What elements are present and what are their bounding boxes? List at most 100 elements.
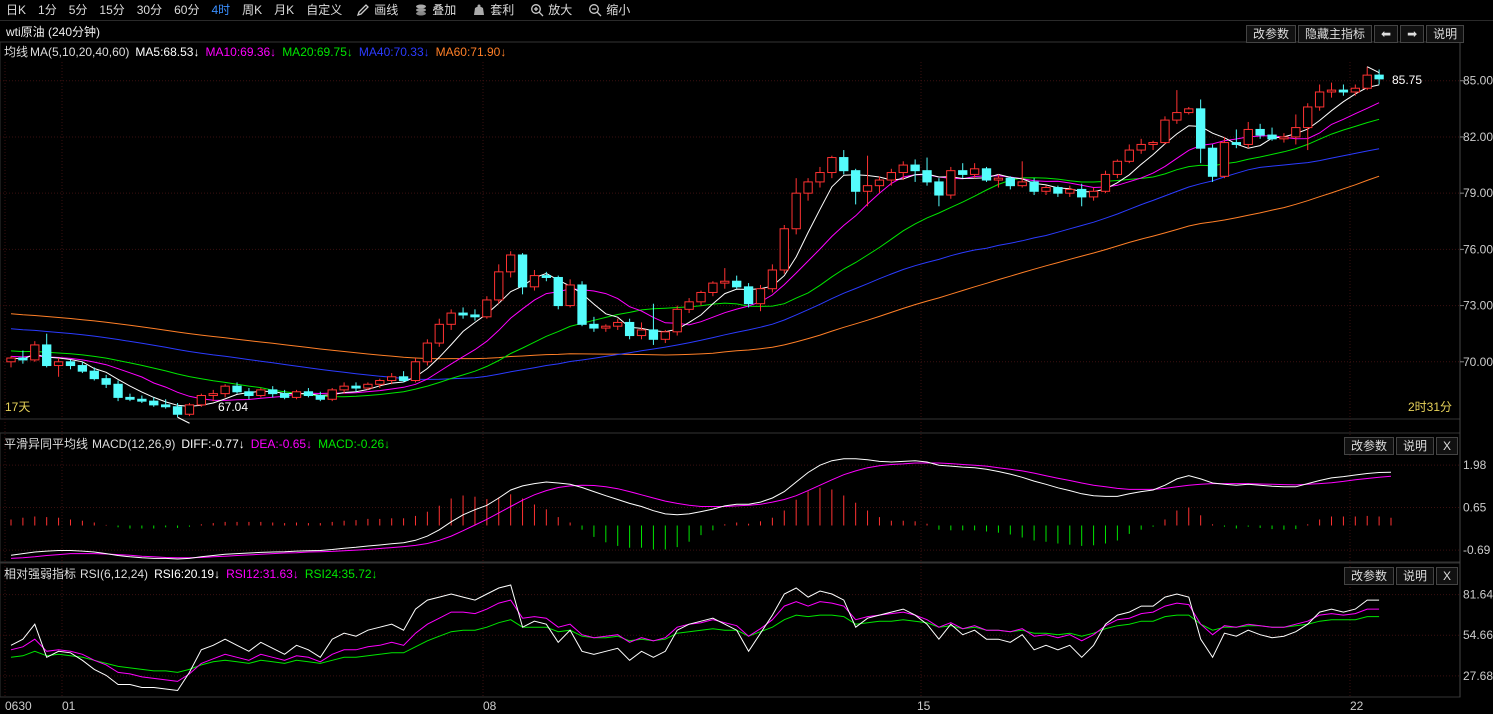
candle-body [732,280,742,288]
candle [839,150,849,175]
candle [268,386,278,398]
main-y-tick-label: 73.00 [1463,299,1493,313]
candle [696,290,706,306]
candle [291,389,302,400]
candle-body [803,181,813,194]
candle-body [613,321,623,327]
ma60-line [10,175,1380,360]
candle-body [101,378,111,385]
candle-body [696,291,706,303]
candle-body [660,331,670,340]
candle [113,380,123,402]
candle-body [1124,149,1134,162]
macd-legend-name: 平滑异同平均线 [4,437,89,451]
hide-main-indicator-button[interactable]: 隐藏主指标 [1298,25,1373,43]
candle [196,393,207,407]
main-panel-buttons: 改参数 隐藏主指标 ⬅ ➡ 说明 [1244,25,1465,43]
rsi-y-tick-label: 27.68 [1463,669,1493,683]
candle-body [113,383,123,398]
candle [1219,136,1230,179]
candle-body [1243,128,1253,145]
candle [743,283,754,308]
candle-body [434,323,444,344]
main-help-button[interactable]: 说明 [1426,25,1465,43]
candle [636,322,647,340]
candle-body [1017,181,1027,187]
candle [898,161,908,181]
candle-body [303,391,314,397]
candle [184,403,195,417]
macd-edit-params-button[interactable]: 改参数 [1344,437,1395,455]
rsi-close-button[interactable]: X [1436,567,1459,585]
candle [732,275,742,289]
candle-body [470,314,480,318]
candle [624,318,635,340]
candle-body [1326,89,1337,93]
main-edit-params-button[interactable]: 改参数 [1246,25,1297,43]
macd-close-button[interactable]: X [1436,437,1459,455]
candle [446,309,456,330]
candle-body [815,172,825,183]
x-axis-label: 0630 [5,699,32,713]
candle [850,168,861,205]
candle-body [422,342,433,363]
scroll-left-button[interactable]: ⬅ [1374,25,1399,43]
rsi-edit-params-button[interactable]: 改参数 [1344,567,1395,585]
scroll-right-button[interactable]: ➡ [1400,25,1425,43]
main-y-tick-label: 82.00 [1463,130,1493,144]
ma5-value: MA5:68.53↓ [135,45,200,59]
candle [565,279,575,308]
rsi-legend-name: 相对强弱指标 [4,567,77,581]
candle-body [946,170,956,196]
x-axis-label: 15 [917,699,931,713]
candle-body [648,329,659,340]
candle [1077,183,1087,207]
candle-body [1219,142,1230,177]
candle [1326,82,1337,98]
candle [660,329,670,344]
candle [755,284,766,312]
left-info: 17天 [5,400,31,414]
candle [137,395,147,404]
candle-body [1267,134,1277,140]
candle [827,155,837,179]
candle-body [42,344,52,367]
candle [922,157,932,186]
candle-body [565,284,575,307]
candle-body [184,404,195,415]
candle [244,388,254,400]
candle-body [232,385,242,393]
candle [672,305,682,336]
candle-body [1065,188,1075,194]
candle-body [315,395,325,400]
candle-body [743,286,754,305]
macd-help-button[interactable]: 说明 [1396,437,1435,455]
candle-body [339,385,349,391]
macd-y-tick-label: -0.69 [1463,543,1491,557]
candle-body [684,301,694,310]
candle [1100,170,1111,194]
candle [708,281,718,297]
main-y-tick-label: 85.00 [1463,74,1493,88]
candle [470,309,480,321]
rsi12-value: RSI12:31.63↓ [226,567,299,581]
rsi-help-button[interactable]: 说明 [1396,567,1435,585]
candle [934,178,944,207]
candle-body [922,170,932,183]
diff-line [10,458,1392,560]
candle-body [1374,74,1384,80]
candle-body [125,396,135,400]
candle-body [993,177,1004,181]
candle [410,358,421,383]
candle [541,271,552,282]
candle [553,275,563,310]
candle-body [53,361,64,367]
candle [946,166,956,199]
rsi-panel-buttons: 改参数 说明 X [1342,567,1459,585]
main-y-tick-label: 76.00 [1463,242,1493,256]
candle [648,303,659,345]
chart-canvas[interactable]: 85.00 82.00 79.00 76.00 73.00 70.00 1.98 0.65 -0… [0,0,1493,714]
candle [577,281,587,327]
candle-body [886,172,897,181]
candle-body [291,391,302,398]
